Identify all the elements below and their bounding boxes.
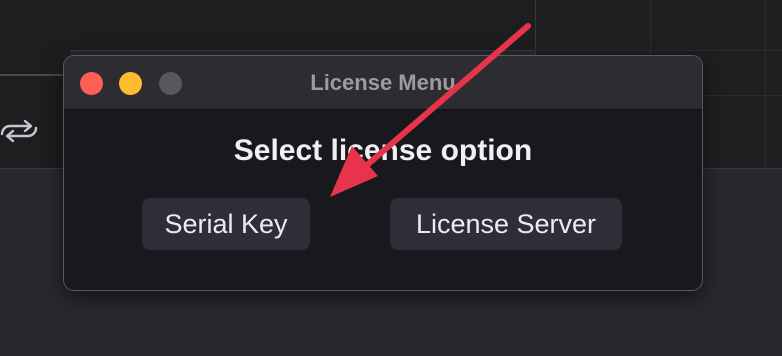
- screen: License Menu Select license option Seria…: [0, 0, 782, 356]
- serial-key-button[interactable]: Serial Key: [142, 198, 310, 250]
- repeat-icon[interactable]: [0, 116, 40, 146]
- grid-line: [535, 50, 782, 51]
- title-bar[interactable]: License Menu: [64, 56, 702, 110]
- window-title: License Menu: [310, 70, 456, 95]
- background-toolbar: [0, 0, 535, 51]
- dialog-heading: Select license option: [233, 134, 533, 167]
- background-side-panel: [0, 50, 70, 169]
- license-menu-window: License Menu Select license option Seria…: [63, 55, 703, 291]
- grid-line: [765, 0, 766, 168]
- license-server-button[interactable]: License Server: [390, 198, 622, 250]
- background-divider: [0, 74, 70, 76]
